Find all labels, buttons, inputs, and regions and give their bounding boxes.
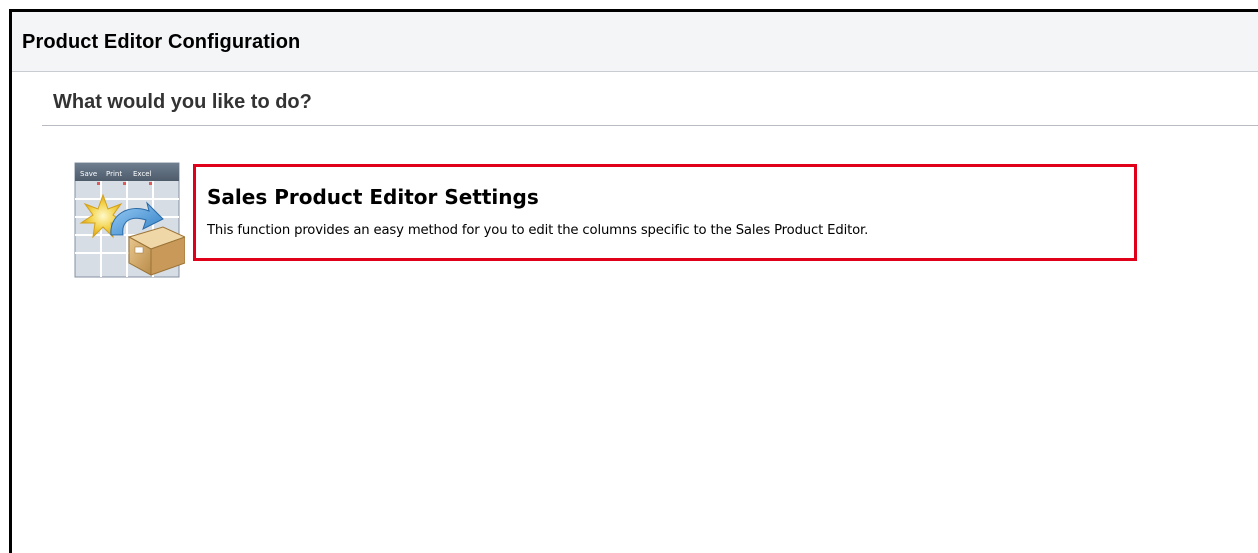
header-bar: Product Editor Configuration xyxy=(12,12,1258,72)
option-title[interactable]: Sales Product Editor Settings xyxy=(207,185,539,209)
page-title: Product Editor Configuration xyxy=(22,31,301,53)
spreadsheet-icon[interactable]: Save Print Excel xyxy=(63,157,187,279)
spreadsheet-icon-graphic: Save Print Excel xyxy=(74,162,187,278)
icon-text-1: Save xyxy=(80,170,97,178)
icon-text-3: Excel xyxy=(133,170,152,178)
section-divider xyxy=(42,125,1258,126)
icon-text-2: Print xyxy=(106,170,122,178)
option-description: This function provides an easy method fo… xyxy=(207,223,869,238)
section-heading: What would you like to do? xyxy=(53,91,312,113)
configuration-panel: Product Editor Configuration What would … xyxy=(9,9,1258,553)
sales-product-editor-settings-option[interactable]: Sales Product Editor Settings This funct… xyxy=(193,164,1137,261)
